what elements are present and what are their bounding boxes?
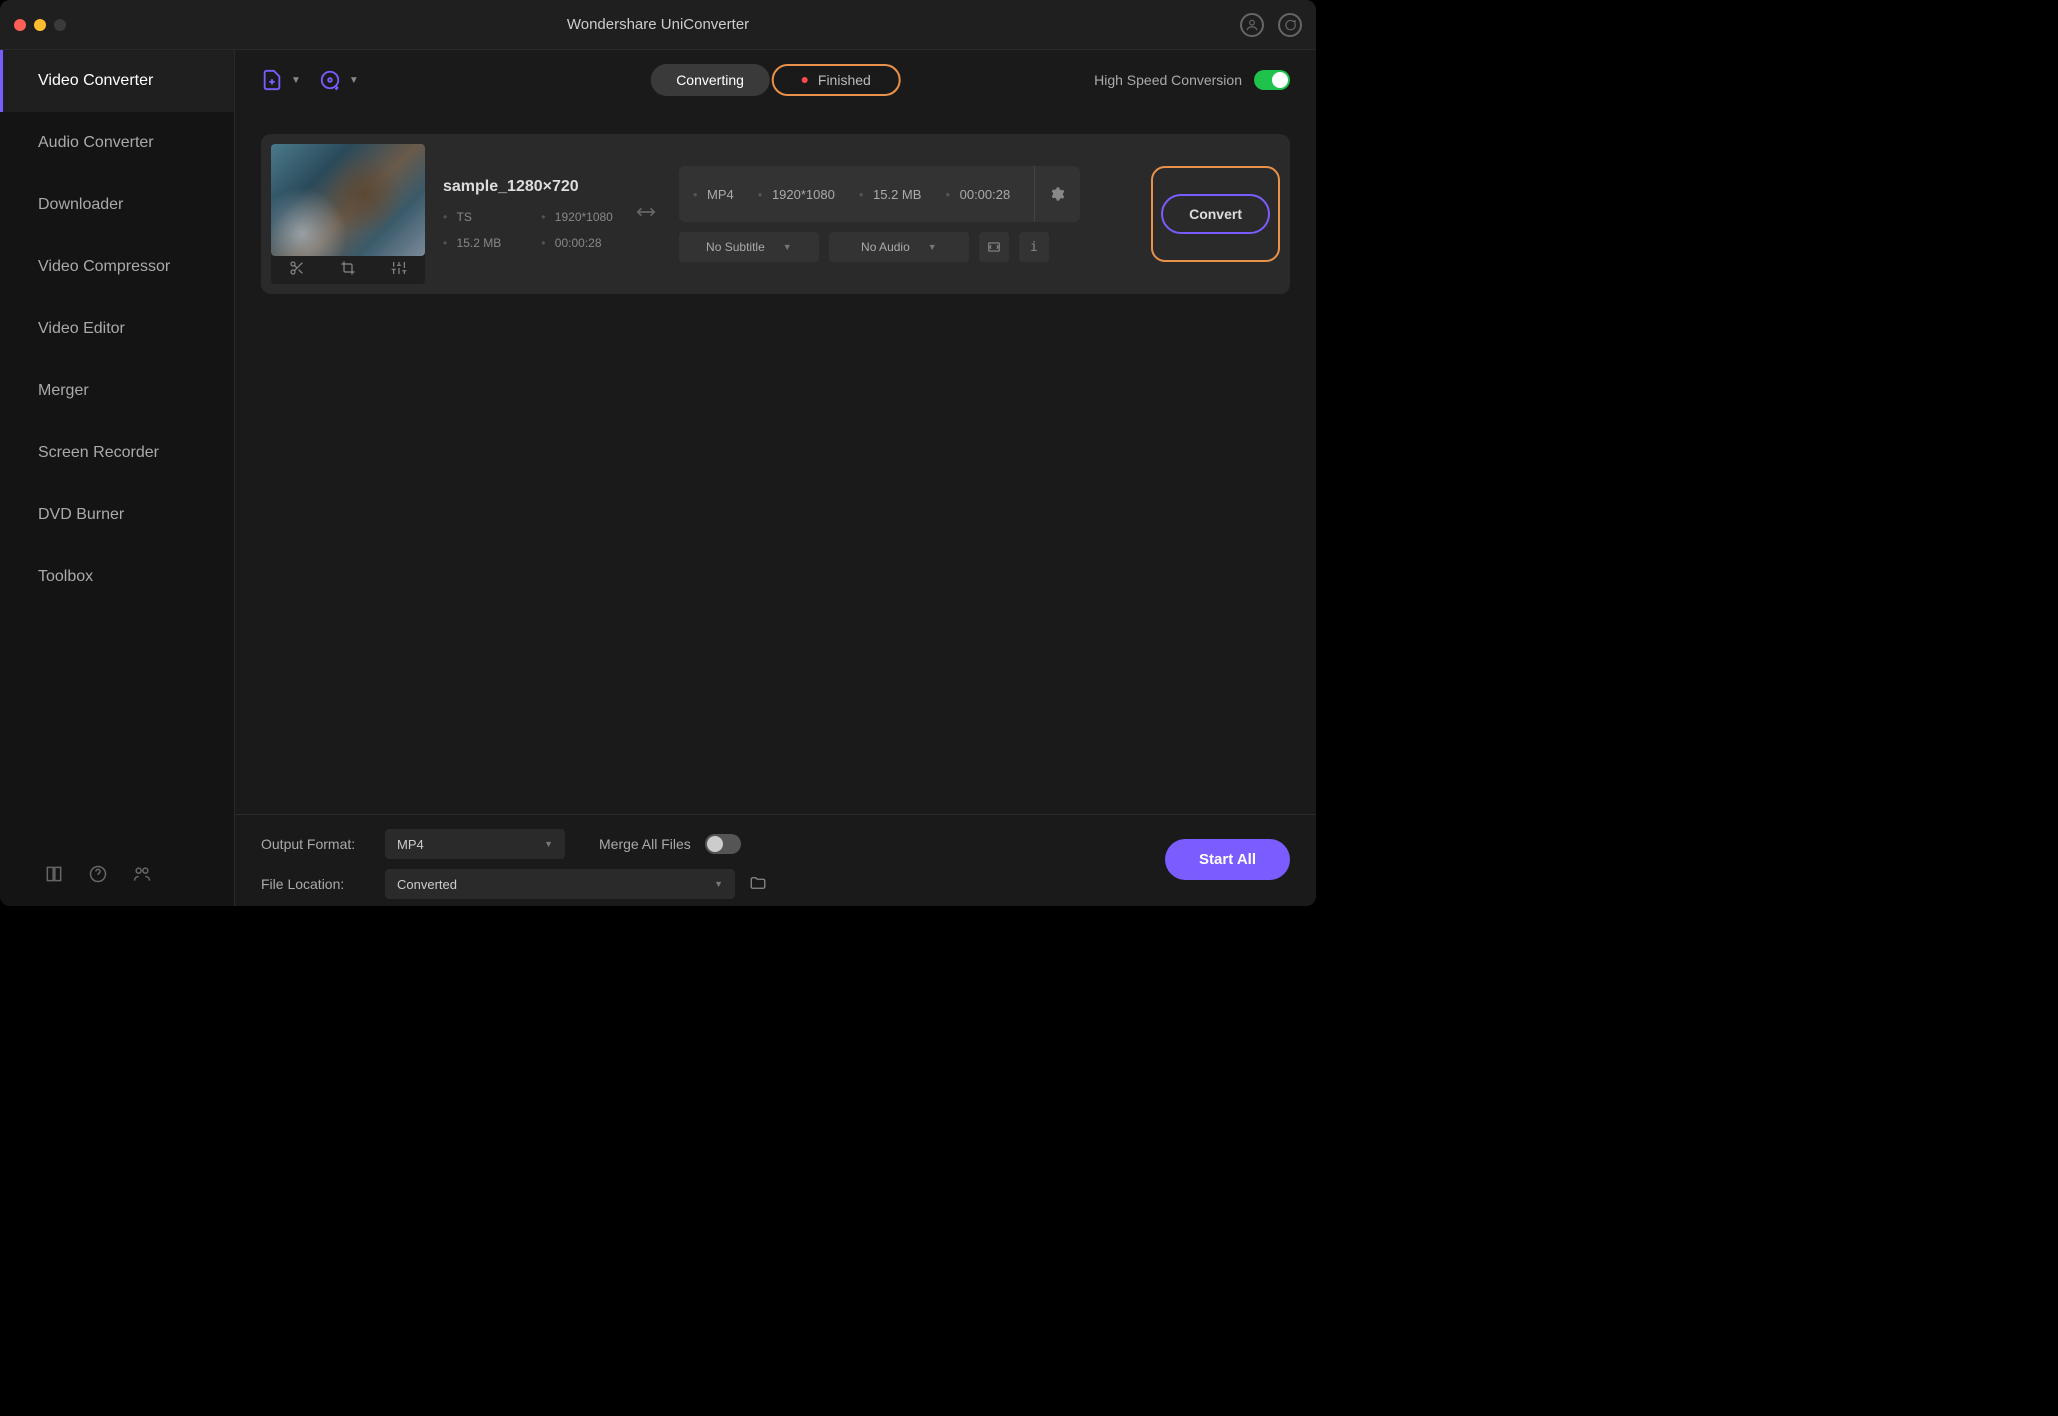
convert-button[interactable]: Convert [1161,194,1270,234]
settings-button[interactable] [1034,166,1066,222]
file-list: sample_1280×720 TS 1920*1080 15.2 MB 00:… [235,110,1316,814]
community-icon[interactable] [132,864,152,889]
chevron-down-icon: ▼ [714,879,723,889]
add-file-button[interactable]: ▼ [261,69,301,91]
convert-arrow-icon [635,201,657,228]
file-card: sample_1280×720 TS 1920*1080 15.2 MB 00:… [261,134,1290,294]
merge-all-toggle[interactable] [705,834,741,854]
maximize-window-button[interactable] [54,19,66,31]
merge-all-label: Merge All Files [599,836,691,852]
source-size: 15.2 MB [443,236,501,250]
tab-finished[interactable]: Finished [772,64,901,96]
tutorial-icon[interactable] [44,864,64,889]
sidebar-item-label: Video Editor [38,320,125,338]
chevron-down-icon: ▼ [544,839,553,849]
app-window: Wondershare UniConverter Video Converter… [0,0,1316,906]
chevron-down-icon: ▼ [291,75,301,86]
window-controls [0,19,66,31]
target-size: 15.2 MB [859,187,922,202]
convert-label: Convert [1189,206,1242,222]
close-window-button[interactable] [14,19,26,31]
sidebar-item-label: Video Compressor [38,258,170,276]
toolbar: ▼ ▼ Converting Finished High Speed Conve… [235,50,1316,110]
file-location-value: Converted [397,877,457,892]
target-duration: 00:00:28 [945,187,1010,202]
high-speed-toggle[interactable] [1254,70,1290,90]
sidebar-item-label: DVD Burner [38,506,124,524]
sidebar-item-label: Video Converter [38,72,153,90]
expand-button[interactable] [979,232,1009,262]
subtitle-dropdown[interactable]: No Subtitle ▼ [679,232,819,262]
start-all-button[interactable]: Start All [1165,839,1290,880]
audio-value: No Audio [861,240,910,254]
high-speed-label: High Speed Conversion [1094,72,1242,88]
audio-dropdown[interactable]: No Audio ▼ [829,232,969,262]
video-thumbnail[interactable] [271,144,425,256]
info-button[interactable]: i [1019,232,1049,262]
chevron-down-icon: ▼ [783,242,792,252]
tab-label: Finished [818,72,871,88]
chevron-down-icon: ▼ [928,242,937,252]
source-file-info: sample_1280×720 TS 1920*1080 15.2 MB 00:… [443,178,613,250]
sidebar-item-label: Downloader [38,196,123,214]
source-duration: 00:00:28 [541,236,613,250]
sidebar-item-label: Screen Recorder [38,444,159,462]
output-format-dropdown[interactable]: MP4 ▼ [385,829,565,859]
minimize-window-button[interactable] [34,19,46,31]
source-format: TS [443,210,501,224]
sidebar-item-audio-converter[interactable]: Audio Converter [0,112,234,174]
sidebar-item-downloader[interactable]: Downloader [0,174,234,236]
add-dvd-button[interactable]: ▼ [319,69,359,91]
file-name: sample_1280×720 [443,178,613,196]
crop-button[interactable] [322,252,373,284]
file-location-label: File Location: [261,876,371,892]
sidebar-item-dvd-burner[interactable]: DVD Burner [0,484,234,546]
account-icon[interactable] [1240,13,1264,37]
open-folder-button[interactable] [749,874,767,895]
effects-button[interactable] [374,252,425,284]
footer: Output Format: MP4 ▼ Merge All Files Fil… [235,814,1316,906]
sidebar-item-merger[interactable]: Merger [0,360,234,422]
sidebar-item-screen-recorder[interactable]: Screen Recorder [0,422,234,484]
target-format: MP4 [693,187,734,202]
chevron-down-icon: ▼ [349,75,359,86]
sidebar-item-label: Toolbox [38,568,93,586]
output-format-value: MP4 [397,837,424,852]
file-location-dropdown[interactable]: Converted ▼ [385,869,735,899]
trim-button[interactable] [271,252,322,284]
target-file-info: MP4 1920*1080 15.2 MB 00:00:28 [679,166,1080,222]
target-resolution: 1920*1080 [758,187,835,202]
output-format-label: Output Format: [261,836,371,852]
sidebar-item-label: Audio Converter [38,134,154,152]
tab-label: Converting [676,72,744,88]
sidebar-item-toolbox[interactable]: Toolbox [0,546,234,608]
sidebar-item-video-converter[interactable]: Video Converter [0,50,234,112]
content-area: ▼ ▼ Converting Finished High Speed Conve… [235,50,1316,906]
messages-icon[interactable] [1278,13,1302,37]
sidebar-item-video-editor[interactable]: Video Editor [0,298,234,360]
help-icon[interactable] [88,864,108,889]
sidebar-item-video-compressor[interactable]: Video Compressor [0,236,234,298]
start-all-label: Start All [1199,851,1256,868]
tab-converting[interactable]: Converting [650,64,770,96]
source-resolution: 1920*1080 [541,210,613,224]
subtitle-value: No Subtitle [706,240,765,254]
titlebar: Wondershare UniConverter [0,0,1316,50]
notification-dot-icon [802,77,808,83]
app-title: Wondershare UniConverter [567,16,749,33]
sidebar: Video Converter Audio Converter Download… [0,50,235,906]
sidebar-item-label: Merger [38,382,89,400]
convert-highlight: Convert [1151,166,1280,262]
